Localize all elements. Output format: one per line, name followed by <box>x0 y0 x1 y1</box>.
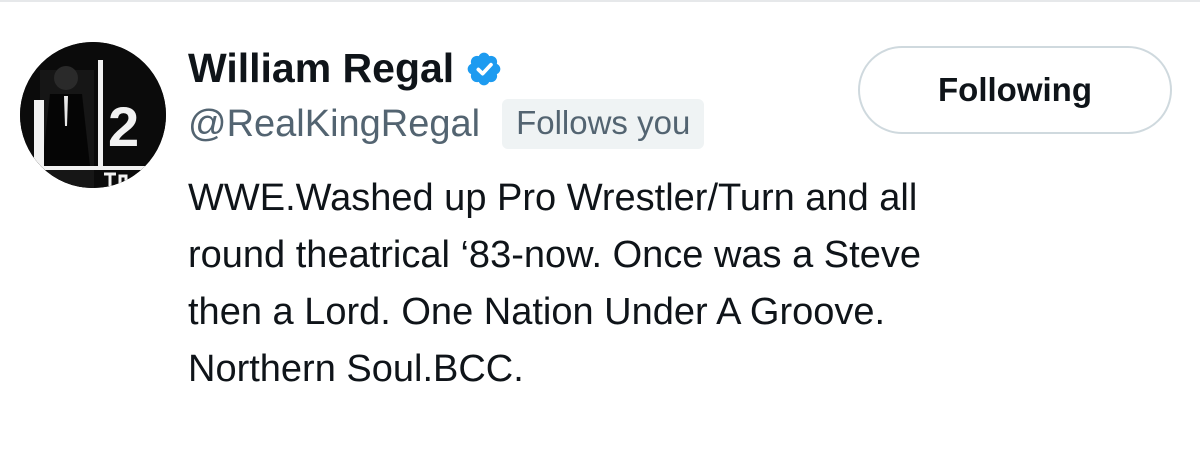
user-bio: WWE.Washed up Pro Wrestler/Turn and all … <box>188 170 1178 398</box>
bio-line: Northern Soul.BCC. <box>188 348 524 390</box>
verified-badge-icon[interactable] <box>464 49 504 89</box>
avatar-number: 2 <box>108 95 139 158</box>
following-button[interactable]: Following <box>858 46 1172 134</box>
display-name[interactable]: William Regal <box>188 38 454 98</box>
name-row: William Regal <box>188 38 504 98</box>
follows-you-badge: Follows you <box>502 99 705 149</box>
user-card[interactable]: 2 William Regal @RealKingRegal Follows y… <box>0 0 1200 468</box>
bio-line: round theatrical ‘83-now. Once was a Ste… <box>188 234 921 276</box>
bio-line: WWE.Washed up Pro Wrestler/Turn and all <box>188 177 918 219</box>
user-handle[interactable]: @RealKingRegal <box>188 98 480 150</box>
avatar-image: 2 <box>20 42 166 188</box>
handle-row: @RealKingRegal Follows you <box>188 98 705 150</box>
avatar[interactable]: 2 <box>20 42 166 188</box>
bio-line: then a Lord. One Nation Under A Groove. <box>188 291 886 333</box>
